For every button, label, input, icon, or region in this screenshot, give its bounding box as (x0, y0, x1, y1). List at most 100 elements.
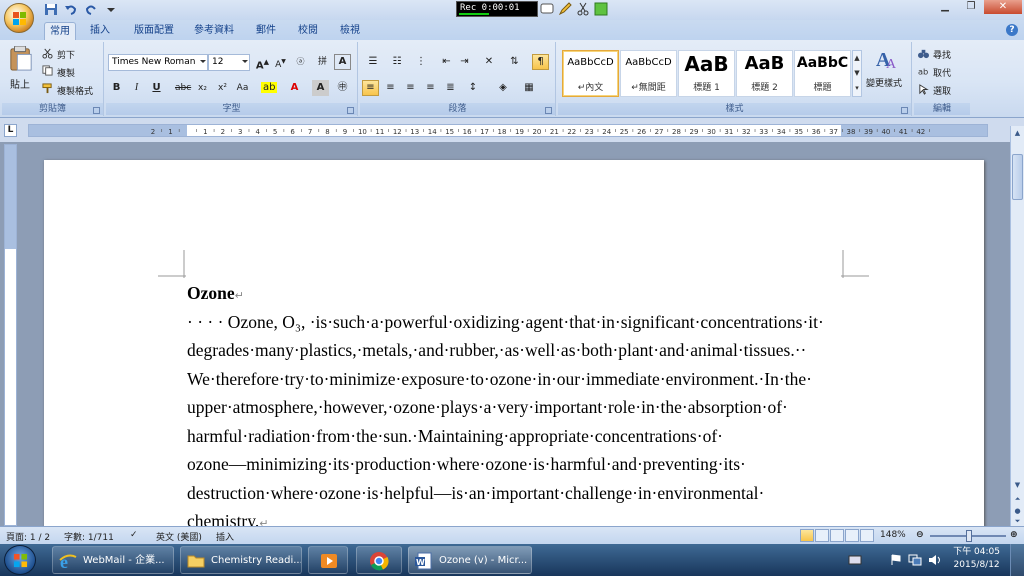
bold-button[interactable]: B (108, 80, 125, 96)
align-right-button[interactable]: ≡ (402, 80, 419, 96)
proofing-icon[interactable]: ✓ (130, 530, 138, 540)
language-indicator[interactable]: 英文 (美國) (156, 530, 202, 543)
decrease-indent-button[interactable]: ⇤ (438, 54, 455, 70)
tab-home[interactable]: 常用 (44, 22, 76, 40)
replace-button[interactable]: ab 取代 (918, 64, 968, 79)
enclose-characters-icon[interactable]: ㊥ (334, 80, 351, 96)
superscript-button[interactable]: x² (214, 80, 231, 96)
tab-selector-button[interactable]: L (4, 124, 17, 137)
style-heading-1[interactable]: AaB 標題 1 (678, 50, 735, 97)
zoom-level[interactable]: 148% (880, 530, 906, 540)
font-color-button[interactable]: A (286, 80, 303, 96)
body-text[interactable]: Ozone↵ · · · · Ozone, O₃, ·is·such·a·pow… (187, 279, 877, 528)
zoom-out-button[interactable]: ⊖ (916, 530, 924, 540)
print-layout-view-button[interactable] (800, 529, 814, 542)
insert-mode-indicator[interactable]: 插入 (216, 530, 234, 543)
line-spacing-button[interactable]: ↕ (462, 80, 484, 96)
style-title[interactable]: AaBbC 標題 (794, 50, 851, 97)
taskbar-chrome[interactable] (356, 546, 402, 574)
borders-button[interactable]: ▦ (518, 80, 540, 96)
font-launcher[interactable] (347, 107, 354, 114)
tab-review[interactable]: 校閱 (292, 22, 324, 40)
phonetic-guide-icon[interactable]: 拼 (314, 54, 331, 70)
select-button[interactable]: 選取 (918, 82, 968, 97)
increase-indent-button[interactable]: ⇥ (456, 54, 473, 70)
tab-view[interactable]: 檢視 (334, 22, 366, 40)
tab-page-layout[interactable]: 版面配置 (126, 22, 182, 40)
network-icon[interactable] (908, 554, 922, 566)
zoom-in-button[interactable]: ⊕ (1010, 530, 1018, 540)
copy-button[interactable]: 複製 (42, 64, 102, 79)
strikethrough-button[interactable]: abc (174, 80, 191, 96)
tab-references[interactable]: 參考資料 (188, 22, 240, 40)
customize-toolbar-icon[interactable] (104, 3, 118, 16)
style-heading-2[interactable]: AaB 標題 2 (736, 50, 793, 97)
repeat-icon[interactable] (84, 3, 98, 16)
font-size-select[interactable]: 12 (208, 54, 250, 71)
underline-button[interactable]: U (148, 80, 165, 96)
web-layout-button[interactable] (830, 529, 844, 542)
find-button[interactable]: 尋找 (918, 46, 968, 61)
clipboard-launcher[interactable] (93, 107, 100, 114)
character-shading-button[interactable]: A (312, 80, 329, 96)
styles-scroll[interactable]: ▲ ▼ ▾ (852, 50, 862, 97)
show-desktop-button[interactable] (1010, 544, 1024, 576)
start-button[interactable] (4, 545, 36, 575)
italic-button[interactable]: I (128, 80, 145, 96)
clear-format-icon[interactable]: ⓐ (292, 54, 309, 70)
zoom-slider-handle[interactable] (966, 530, 972, 542)
style-no-spacing[interactable]: AaBbCcD ↵無間距 (620, 50, 677, 97)
taskbar-webmail[interactable]: e WebMail - 企業... (52, 546, 174, 574)
style-normal[interactable]: AaBbCcD ↵內文 (562, 50, 619, 97)
scroll-up-button[interactable]: ▲ (1012, 128, 1023, 139)
numbering-button[interactable]: ☷ (386, 54, 408, 70)
chinese-layout-button[interactable]: ✕ (478, 54, 500, 70)
page-indicator[interactable]: 頁面: 1 / 2 (6, 530, 50, 543)
volume-icon[interactable] (928, 554, 942, 566)
center-button[interactable]: ≡ (382, 80, 399, 96)
word-count[interactable]: 字數: 1/711 (64, 530, 114, 543)
bullets-button[interactable]: ☰ (362, 54, 384, 70)
change-styles-button[interactable]: AA 變更樣式 (864, 44, 910, 100)
outline-view-button[interactable] (845, 529, 859, 542)
show-formatting-marks-button[interactable]: ¶ (532, 54, 549, 70)
grow-font-button[interactable]: A▲ (254, 54, 271, 71)
comment-icon[interactable] (540, 2, 554, 16)
vertical-scrollbar[interactable]: ▲ ▼ ⏶ ● ⏷ (1010, 126, 1024, 526)
save-icon[interactable] (44, 3, 58, 16)
scissors-icon[interactable] (576, 2, 590, 16)
tab-mailings[interactable]: 郵件 (250, 22, 282, 40)
previous-page-button[interactable]: ⏶ (1012, 494, 1023, 505)
stop-icon[interactable] (594, 2, 608, 16)
highlight-button[interactable]: ab (260, 80, 278, 96)
styles-launcher[interactable] (901, 107, 908, 114)
undo-icon[interactable] (64, 3, 78, 16)
taskbar-folder[interactable]: Chemistry Readi... (180, 546, 302, 574)
shading-button[interactable]: ◈ (492, 80, 514, 96)
taskbar-media-player[interactable] (308, 546, 348, 574)
minimize-button[interactable]: ▁ (932, 0, 958, 14)
scroll-down-button[interactable]: ▼ (1012, 480, 1023, 491)
clock[interactable]: 下午 04:05 2015/8/12 (953, 546, 1000, 572)
paragraph-launcher[interactable] (545, 107, 552, 114)
taskbar-word[interactable]: W Ozone (v) - Micr... (408, 546, 532, 574)
document-page[interactable]: Ozone↵ · · · · Ozone, O₃, ·is·such·a·pow… (44, 160, 984, 528)
change-case-button[interactable]: Aa (234, 80, 251, 96)
pencil-icon[interactable] (558, 2, 572, 16)
font-name-select[interactable]: Times New Roman (108, 54, 208, 71)
sort-button[interactable]: ⇅ (506, 54, 523, 70)
tab-insert[interactable]: 插入 (84, 22, 116, 40)
align-left-button[interactable]: ≡ (362, 80, 379, 96)
multilevel-list-button[interactable]: ⋮ (410, 54, 432, 70)
keyboard-icon[interactable] (848, 554, 862, 566)
office-button[interactable] (4, 3, 34, 33)
help-icon[interactable]: ? (1006, 24, 1018, 36)
full-screen-reading-button[interactable] (815, 529, 829, 542)
justify-button[interactable]: ≡ (422, 80, 439, 96)
format-painter-button[interactable]: 複製格式 (42, 82, 102, 97)
horizontal-ruler[interactable]: 2 1 1 2 3 4 5 6 7 8 9 10 11 12 13 14 15 16 17 18 19 20 21 22 23 2… (28, 124, 988, 137)
shrink-font-button[interactable]: A▼ (272, 54, 289, 70)
flag-icon[interactable] (890, 554, 902, 566)
paste-button[interactable]: 貼上 (6, 46, 36, 98)
subscript-button[interactable]: x₂ (194, 80, 211, 96)
